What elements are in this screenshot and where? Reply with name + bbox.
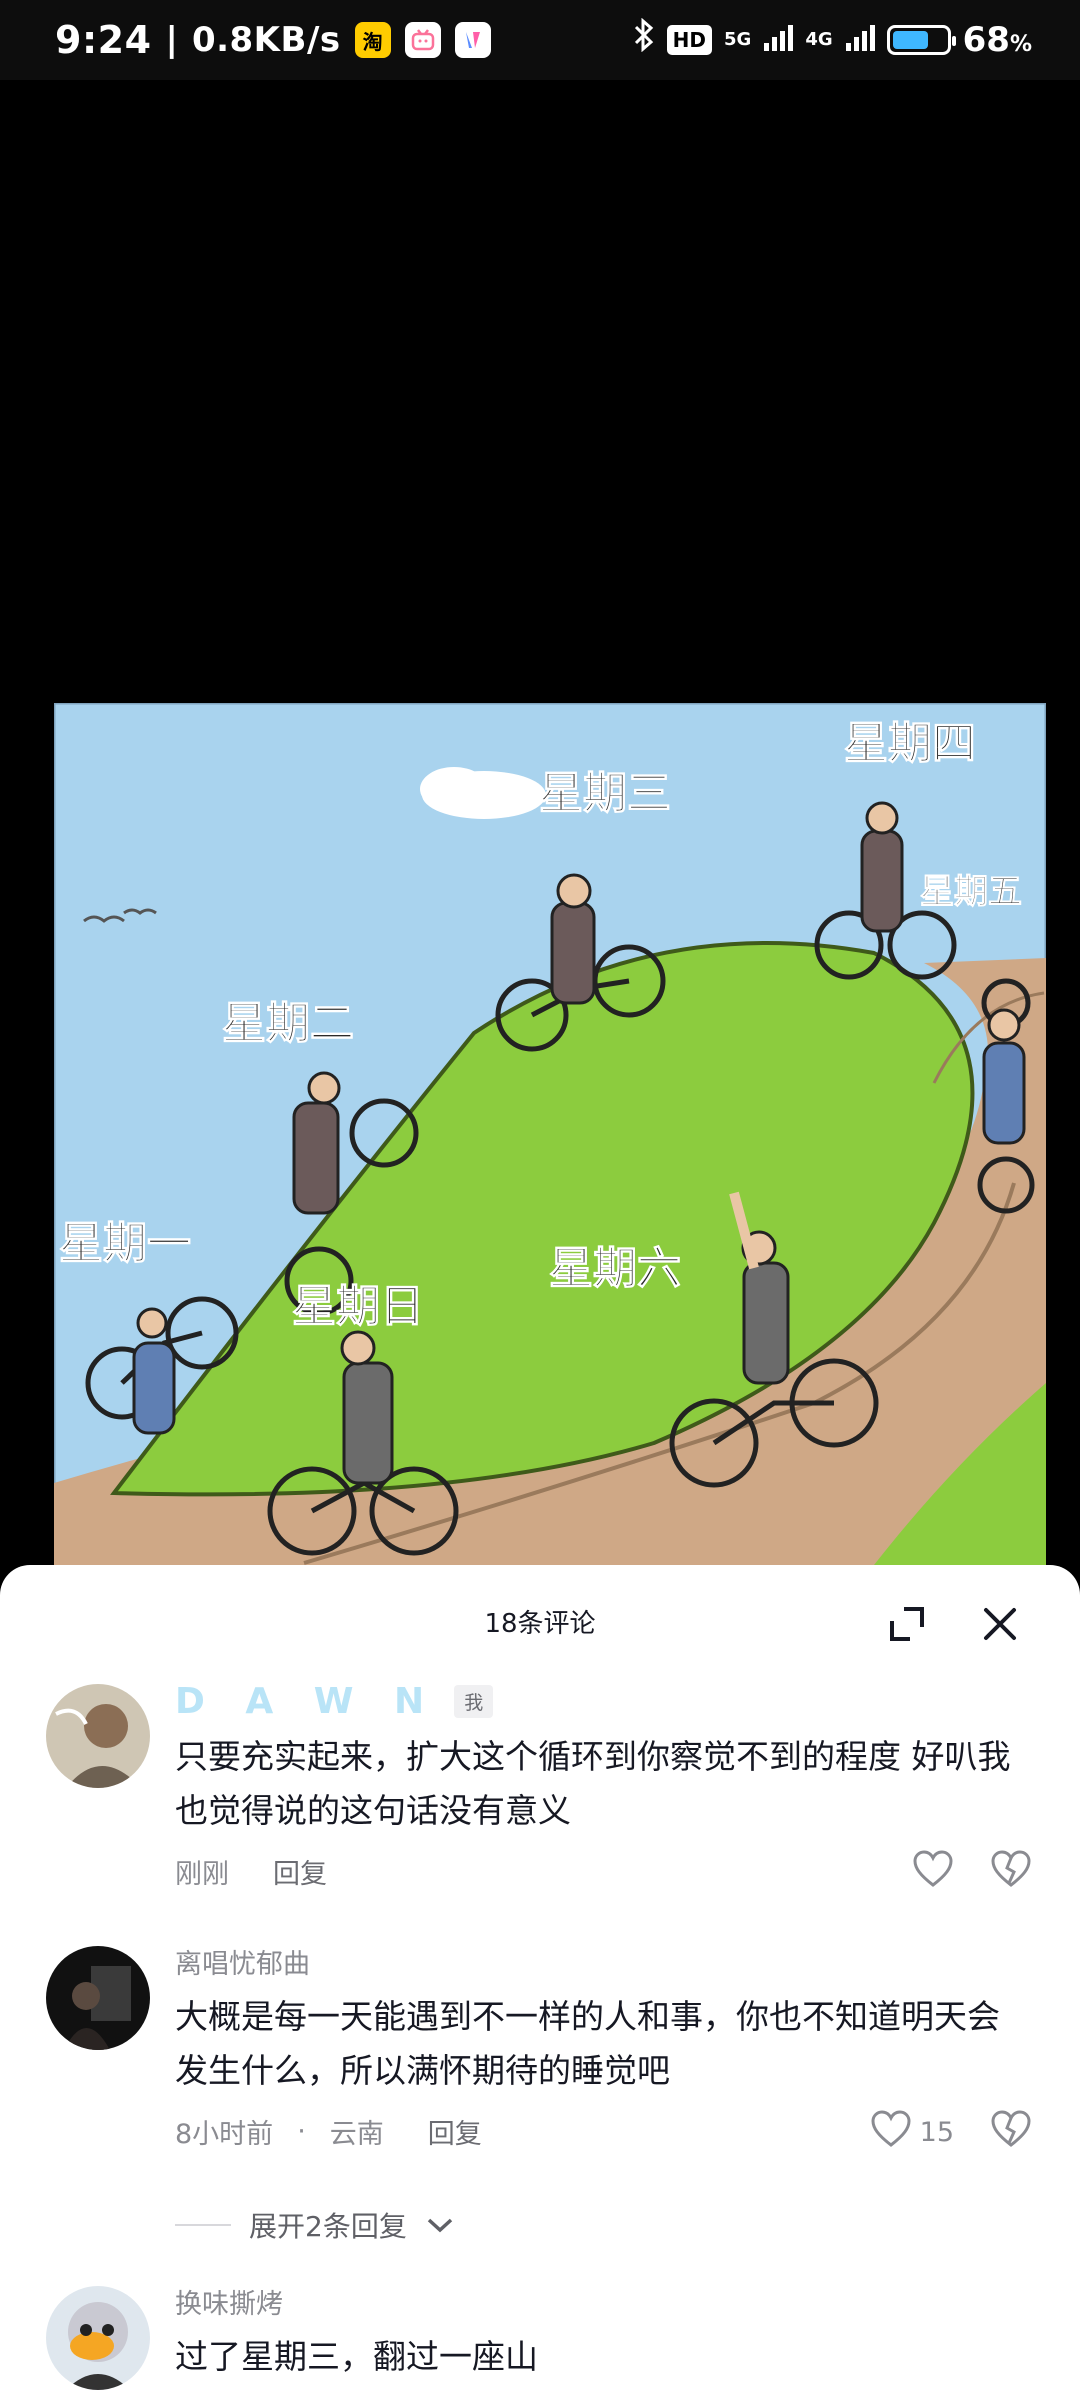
signal-bars-2-icon (845, 20, 875, 60)
label-sunday: 星期日 (292, 1281, 424, 1332)
label-tuesday: 星期二 (222, 998, 354, 1049)
label-thursday: 星期四 (844, 718, 976, 769)
avatar[interactable] (46, 1684, 150, 1788)
comment-location: 云南 (329, 2118, 384, 2150)
username[interactable]: 离唱忧郁曲 (175, 1940, 1032, 1982)
username[interactable]: 换味撕烤 (175, 2280, 1032, 2322)
comment-text: 只要充实起来，扩大这个循环到你察觉不到的程度 好叭我也觉得说的这句话没有意义 (175, 1737, 1011, 1830)
network-speed: 0.8KB/s (191, 20, 341, 60)
hd-badge: HD (666, 24, 712, 55)
app-icon (454, 22, 491, 58)
label-saturday: 星期六 (549, 1243, 681, 1294)
broken-heart-icon (990, 1850, 1032, 1895)
battery-percent: 68% (962, 19, 1032, 60)
meta-separator: · (297, 2115, 306, 2147)
like-count: 15 (919, 2117, 954, 2148)
avatar[interactable] (46, 2286, 150, 2390)
expand-replies-label: 展开2条回复 (249, 2210, 407, 2243)
fullscreen-icon[interactable] (884, 1601, 930, 1647)
expand-replies-button[interactable]: 展开2条回复 (175, 2205, 455, 2245)
comment-time: 8小时前 (175, 2118, 274, 2150)
cycling-week-illustration: 星期一 星期二 星期三 星期四 星期五 星期六 星期日 (54, 703, 1046, 1565)
dislike-button[interactable] (990, 2110, 1032, 2155)
reply-button[interactable]: 回复 (273, 1852, 327, 1891)
label-wednesday: 星期三 (539, 768, 671, 819)
signal-4g-icon: 4G (805, 28, 833, 50)
video-player[interactable]: 星期一 星期二 星期三 星期四 星期五 星期六 星期日 (0, 80, 1080, 1570)
username[interactable]: D A W N (175, 1681, 438, 1722)
bluetooth-icon (633, 17, 655, 61)
like-button[interactable]: 15 (870, 2110, 954, 2155)
avatar[interactable] (46, 1946, 150, 2050)
label-friday: 星期五 (920, 872, 1022, 912)
signal-5g-icon: 5G (724, 28, 752, 50)
close-icon[interactable] (977, 1601, 1023, 1647)
comments-sheet: 18条评论 D A W N 我 只要充实起来，扩大这个循环到你察觉不到的程度 好… (0, 1565, 1080, 2400)
bilibili-icon (404, 22, 441, 58)
divider (175, 2224, 231, 2226)
clock: 9:24 (55, 18, 152, 62)
status-bar: 9:24 | 0.8KB/s 淘 HD 5G 4G 68% (0, 0, 1080, 80)
heart-icon (912, 1850, 954, 1895)
taobao-icon: 淘 (354, 22, 391, 58)
like-button[interactable] (912, 1850, 954, 1895)
reply-button[interactable]: 回复 (428, 2112, 482, 2151)
battery-icon (886, 24, 956, 55)
comment-time: 刚刚 (175, 1858, 229, 1890)
heart-icon (870, 2110, 912, 2155)
signal-bars-icon (763, 20, 794, 60)
comment-text: 大概是每一天能遇到不一样的人和事，你也不知道明天会发生什么，所以满怀期待的睡觉吧 (175, 1997, 1000, 2090)
chevron-down-icon (425, 2209, 455, 2242)
dislike-button[interactable] (990, 1850, 1032, 1895)
comments-header: 18条评论 (0, 1565, 1080, 1680)
me-badge: 我 (454, 1684, 494, 1718)
label-monday: 星期一 (59, 1218, 191, 1269)
comment-text: 过了星期三，翻过一座山 (175, 2337, 538, 2376)
broken-heart-icon (990, 2110, 1032, 2155)
